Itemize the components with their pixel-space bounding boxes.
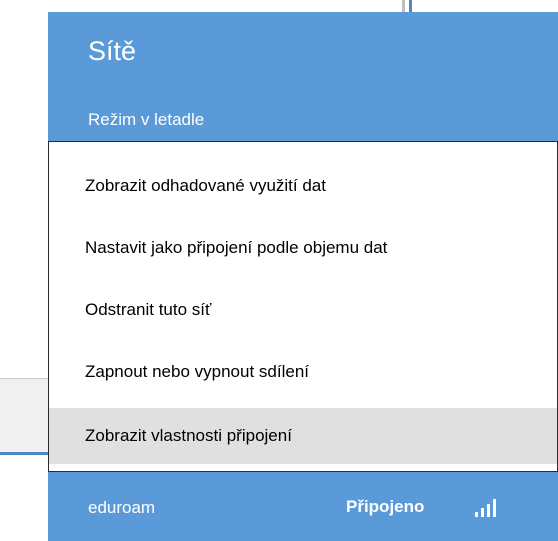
background-window-strip: [0, 378, 48, 454]
background-window: [0, 0, 48, 456]
menu-item-toggle-sharing[interactable]: Zapnout nebo vypnout sdílení: [49, 344, 557, 400]
network-context-menu: Zobrazit odhadované využití dat Nastavit…: [48, 141, 558, 472]
menu-item-view-properties[interactable]: Zobrazit vlastnosti připojení: [49, 408, 557, 464]
network-name[interactable]: eduroam: [88, 498, 155, 518]
background-window-edge: [396, 0, 422, 12]
menu-item-show-data-usage[interactable]: Zobrazit odhadované využití dat: [49, 158, 557, 214]
background-desktop: [0, 455, 48, 541]
menu-item-set-metered[interactable]: Nastavit jako připojení podle objemu dat: [49, 220, 557, 276]
page-title: Sítě: [88, 36, 137, 66]
network-status: Připojeno: [346, 497, 425, 516]
airplane-mode-label[interactable]: Režim v letadle: [88, 110, 204, 130]
menu-item-forget-network[interactable]: Odstranit tuto síť: [49, 282, 557, 338]
wifi-signal-icon: [475, 499, 496, 517]
